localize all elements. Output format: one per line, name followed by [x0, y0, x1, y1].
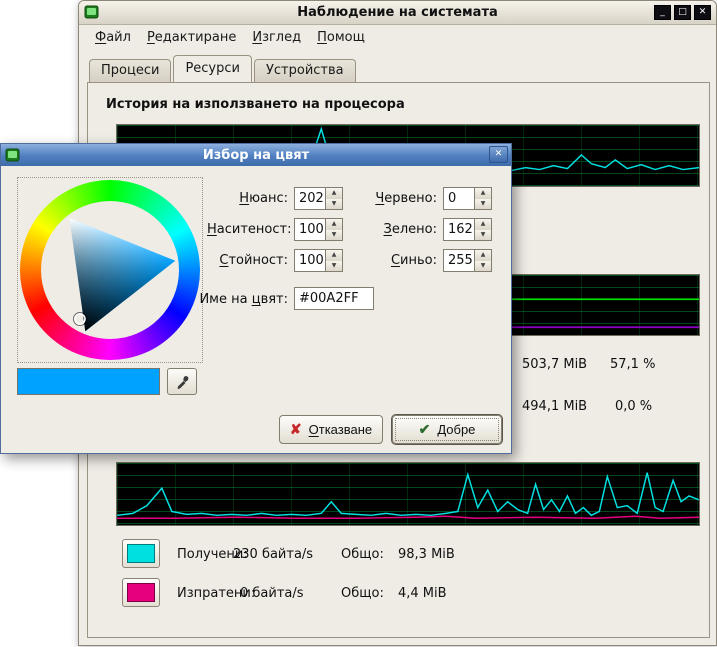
green-label: Зелено: [353, 222, 437, 237]
close-button[interactable]: ✕ [694, 5, 711, 20]
dialog-close-button[interactable]: ✕ [489, 146, 508, 163]
color-name-input[interactable]: #00A2FF [294, 287, 374, 310]
spin-down-icon[interactable]: ▼ [475, 199, 491, 210]
cancel-icon: ✘ [290, 421, 302, 438]
green-spinbox[interactable]: 162 ▲▼ [443, 218, 492, 241]
saturation-label: Наситеност: [207, 222, 288, 237]
swap-used-percent: 0,0 % [615, 399, 652, 414]
value-spinbox[interactable]: 100 ▲▼ [294, 249, 343, 272]
received-color-swatch[interactable] [122, 539, 160, 568]
blue-spinbox[interactable]: 255 ▲▼ [443, 249, 492, 272]
window-controls: _ □ ✕ [654, 5, 711, 20]
menu-help[interactable]: Помощ [309, 28, 373, 47]
color-wheel-box [17, 177, 203, 363]
spin-up-icon[interactable]: ▲ [475, 188, 491, 199]
maximize-button[interactable]: □ [674, 5, 691, 20]
red-spinbox[interactable]: 0 ▲▼ [443, 187, 492, 210]
hue-label: Нюанс: [207, 191, 288, 206]
tab-resources[interactable]: Ресурси [173, 55, 252, 82]
received-value: 230 байта/s [233, 547, 313, 562]
network-sent-line [117, 516, 699, 518]
hue-spinbox[interactable]: 202 ▲▼ [294, 187, 343, 210]
saturation-spinbox[interactable]: 100 ▲▼ [294, 218, 343, 241]
blue-label: Синьо: [353, 253, 437, 268]
tabbar: Процеси Ресурси Устройства [89, 55, 358, 82]
spin-up-icon[interactable]: ▲ [475, 250, 491, 261]
spin-up-icon[interactable]: ▲ [326, 250, 342, 261]
spin-down-icon[interactable]: ▼ [326, 230, 342, 241]
cpu-history-heading: История на използването на процесора [106, 97, 405, 112]
sv-triangle[interactable] [20, 180, 200, 360]
received-color [127, 544, 155, 563]
cancel-button[interactable]: ✘ Отказване [279, 415, 383, 444]
color-name-label: Име на цвят: [171, 292, 288, 307]
spin-down-icon[interactable]: ▼ [326, 199, 342, 210]
swap-used-value: 494,1 MiB [522, 399, 587, 414]
menu-view[interactable]: Изглед [244, 28, 309, 47]
ok-icon: ✔ [419, 421, 431, 438]
sent-color-swatch[interactable] [122, 578, 160, 607]
menu-file[interactable]: Файл [87, 28, 139, 47]
memory-used-value: 503,7 MiB [522, 357, 587, 372]
color-picker-dialog: Избор на цвят ✕ [0, 143, 512, 454]
spin-down-icon[interactable]: ▼ [475, 230, 491, 241]
ok-button[interactable]: ✔ Добре [392, 415, 502, 444]
titlebar[interactable]: Наблюдение на системата _ □ ✕ [79, 1, 716, 25]
ok-label: Добре [437, 422, 475, 437]
received-total-value: 98,3 MiB [398, 547, 455, 562]
cancel-label: Отказване [309, 422, 373, 437]
value-label: Стойност: [207, 253, 288, 268]
dialog-title: Избор на цвят [1, 148, 511, 163]
sent-total-label: Общо: [341, 586, 384, 601]
eyedropper-icon [175, 374, 190, 389]
red-label: Червено: [353, 191, 437, 206]
menubar: Файл Редактиране Изглед Помощ [79, 25, 716, 50]
tab-devices[interactable]: Устройства [254, 59, 356, 82]
spin-up-icon[interactable]: ▲ [326, 219, 342, 230]
spin-up-icon[interactable]: ▲ [475, 219, 491, 230]
sent-color [127, 583, 155, 602]
spin-down-icon[interactable]: ▼ [475, 261, 491, 272]
eyedropper-button[interactable] [167, 368, 197, 395]
menu-edit[interactable]: Редактиране [139, 28, 244, 47]
memory-used-percent: 57,1 % [610, 357, 655, 372]
spin-down-icon[interactable]: ▼ [326, 261, 342, 272]
network-history-chart [116, 462, 700, 526]
color-preview [17, 368, 160, 395]
spin-up-icon[interactable]: ▲ [326, 188, 342, 199]
desktop: Наблюдение на системата _ □ ✕ Файл Редак… [0, 0, 717, 647]
dialog-titlebar[interactable]: Избор на цвят ✕ [1, 144, 511, 166]
color-wheel[interactable] [20, 180, 200, 360]
tab-processes[interactable]: Процеси [89, 59, 171, 82]
sent-value: 0 байта/s [240, 586, 304, 601]
sent-total-value: 4,4 MiB [398, 586, 447, 601]
network-received-line [117, 473, 699, 516]
received-total-label: Общо: [341, 547, 384, 562]
window-title: Наблюдение на системата [79, 5, 716, 20]
minimize-button[interactable]: _ [654, 5, 671, 20]
